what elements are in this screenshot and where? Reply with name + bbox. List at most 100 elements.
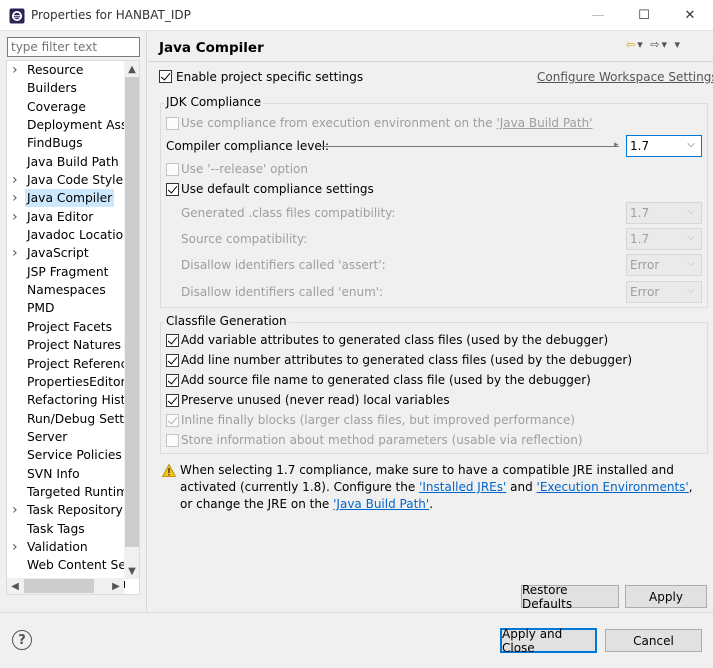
property-page-tree: › Resource Builders Coverage Deployment Asse… [6,60,140,595]
execution-environments-link[interactable]: 'Execution Environments' [537,480,689,494]
use-release-checkbox[interactable] [166,163,179,176]
tree-item[interactable]: Javadoc Location [7,226,125,244]
class-compat-value: 1.7 [630,206,650,220]
tree-item[interactable]: Server [7,428,125,446]
minimize-button[interactable]: — [575,0,621,31]
classfile-option-checkbox[interactable] [166,394,179,407]
tree-vertical-scrollbar[interactable]: ▲ ▼ [124,61,139,579]
back-icon[interactable]: ⇦ [626,38,637,51]
use-env-compliance-label: Use compliance from execution environmen… [181,116,593,130]
tree-item[interactable]: JSP Fragment [7,263,125,281]
chevron-down-icon: ⌵ [687,232,695,243]
installed-jres-link[interactable]: 'Installed JREs' [419,480,506,494]
java-build-path-link[interactable]: 'Java Build Path' [333,497,429,511]
tree-item[interactable]: Project Facets [7,318,125,336]
scrollbar-thumb[interactable] [125,77,139,547]
tree-item[interactable]: Java Build Path [7,153,125,171]
expand-chevron-icon[interactable]: › [12,171,22,189]
tree-item[interactable]: › Java Editor [7,208,125,226]
tree-item[interactable]: Project Natures [7,336,125,354]
expand-chevron-icon[interactable]: › [12,208,22,226]
classfile-option-label: Store information about method parameter… [181,433,583,447]
scroll-up-icon[interactable]: ▲ [124,61,139,77]
forward-menu-chevron-icon[interactable]: ▾ [661,38,669,51]
compliance-level-select[interactable]: 1.7 ⌵ [626,135,702,157]
restore-defaults-button[interactable]: Restore Defaults [521,583,619,611]
tree-item[interactable]: Namespaces [7,281,125,299]
classfile-generation-title: Classfile Generation [164,314,289,328]
scroll-right-icon[interactable]: ▶ [108,578,124,594]
tree-item[interactable]: Deployment Assembly [7,116,125,134]
tree-item[interactable]: Project References [7,355,125,373]
java-build-path-link[interactable]: 'Java Build Path' [496,116,592,130]
scroll-down-icon[interactable]: ▼ [124,563,139,579]
source-compat-select[interactable]: 1.7 ⌵ [626,228,702,250]
tree-item[interactable]: FindBugs [7,134,125,152]
expand-chevron-icon[interactable]: › [12,244,22,262]
tree-item[interactable]: › Java Code Style [7,171,125,189]
pane-divider[interactable] [146,31,147,611]
expand-chevron-icon[interactable]: › [12,538,22,556]
tree-item-label: Project Natures [27,338,122,353]
classfile-option-checkbox[interactable] [166,414,179,427]
enum-identifier-value: Error [630,285,660,299]
tree-item[interactable]: SVN Info [7,465,125,483]
tree-item-label: Refactoring History [27,393,125,408]
tree-item[interactable]: PMD [7,299,125,317]
tree-item-label: Run/Debug Settings [27,411,125,426]
expand-chevron-icon[interactable]: › [12,501,22,519]
tree-item-label: SVN Info [27,466,80,481]
tree-item-label: Targeted Runtimes [27,484,125,499]
tree-item[interactable]: Refactoring History [7,391,125,409]
tree-item[interactable]: Targeted Runtimes [7,483,125,501]
tree-item[interactable]: Run/Debug Settings [7,410,125,428]
apply-and-close-button[interactable]: Apply and Close [500,627,597,655]
apply-button[interactable]: Apply [625,585,707,608]
tree-item-label: Project References [27,356,125,371]
tree-item[interactable]: › JavaScript [7,244,125,262]
class-compat-select[interactable]: 1.7 ⌵ [626,202,702,224]
scroll-left-icon[interactable]: ◀ [7,578,23,594]
tree-item[interactable]: Builders [7,79,125,97]
leader-arrow-icon: ▸ [614,140,619,150]
tree-item[interactable]: PropertiesEditor [7,373,125,391]
source-compat-label: Source compatibility: [181,232,308,246]
enum-identifier-select[interactable]: Error ⌵ [626,281,702,303]
expand-chevron-icon[interactable]: › [12,189,22,207]
classfile-option-checkbox[interactable] [166,434,179,447]
tree-item[interactable]: Coverage [7,98,125,116]
view-menu-icon[interactable]: ▾ [675,38,683,51]
assert-identifier-select[interactable]: Error ⌵ [626,254,702,276]
classfile-option-checkbox[interactable] [166,334,179,347]
source-compat-value: 1.7 [630,232,650,246]
tree-horizontal-scrollbar[interactable]: ◀ ▶ [7,578,124,594]
tree-item[interactable]: › Resource [7,61,125,79]
expand-chevron-icon[interactable]: › [12,61,22,79]
help-icon[interactable]: ? [12,630,32,650]
cancel-button[interactable]: Cancel [605,629,702,652]
classfile-option-checkbox[interactable] [166,354,179,367]
assert-identifier-value: Error [630,258,660,272]
maximize-button[interactable]: ☐ [621,0,667,31]
configure-workspace-link[interactable]: Configure Workspace Settings... [537,70,713,84]
tree-item[interactable]: Web Content Settings [7,556,125,574]
tree-item[interactable]: Service Policies [7,446,125,464]
title-bar: Properties for HANBAT_IDP — ☐ ✕ [0,0,713,31]
scrollbar-thumb[interactable] [24,579,94,593]
use-default-compliance-checkbox[interactable] [166,183,179,196]
classfile-option-label: Inline finally blocks (larger class file… [181,413,576,427]
use-env-compliance-checkbox[interactable] [166,117,179,130]
tree-item[interactable]: › Validation [7,538,125,556]
classfile-option-checkbox[interactable] [166,374,179,387]
tree-item[interactable]: › Task Repository [7,501,125,519]
enable-project-settings-checkbox[interactable] [159,70,172,83]
forward-icon[interactable]: ⇨ [650,38,661,51]
tree-item[interactable]: › Java Compiler [7,189,125,208]
window-title: Properties for HANBAT_IDP [31,8,191,22]
close-button[interactable]: ✕ [667,0,713,31]
filter-input[interactable] [7,37,140,57]
tree-item-label: Task Repository [27,503,123,518]
compliance-leader-line [319,146,619,147]
tree-item[interactable]: Task Tags [7,520,125,538]
back-menu-chevron-icon[interactable]: ▾ [637,38,645,51]
